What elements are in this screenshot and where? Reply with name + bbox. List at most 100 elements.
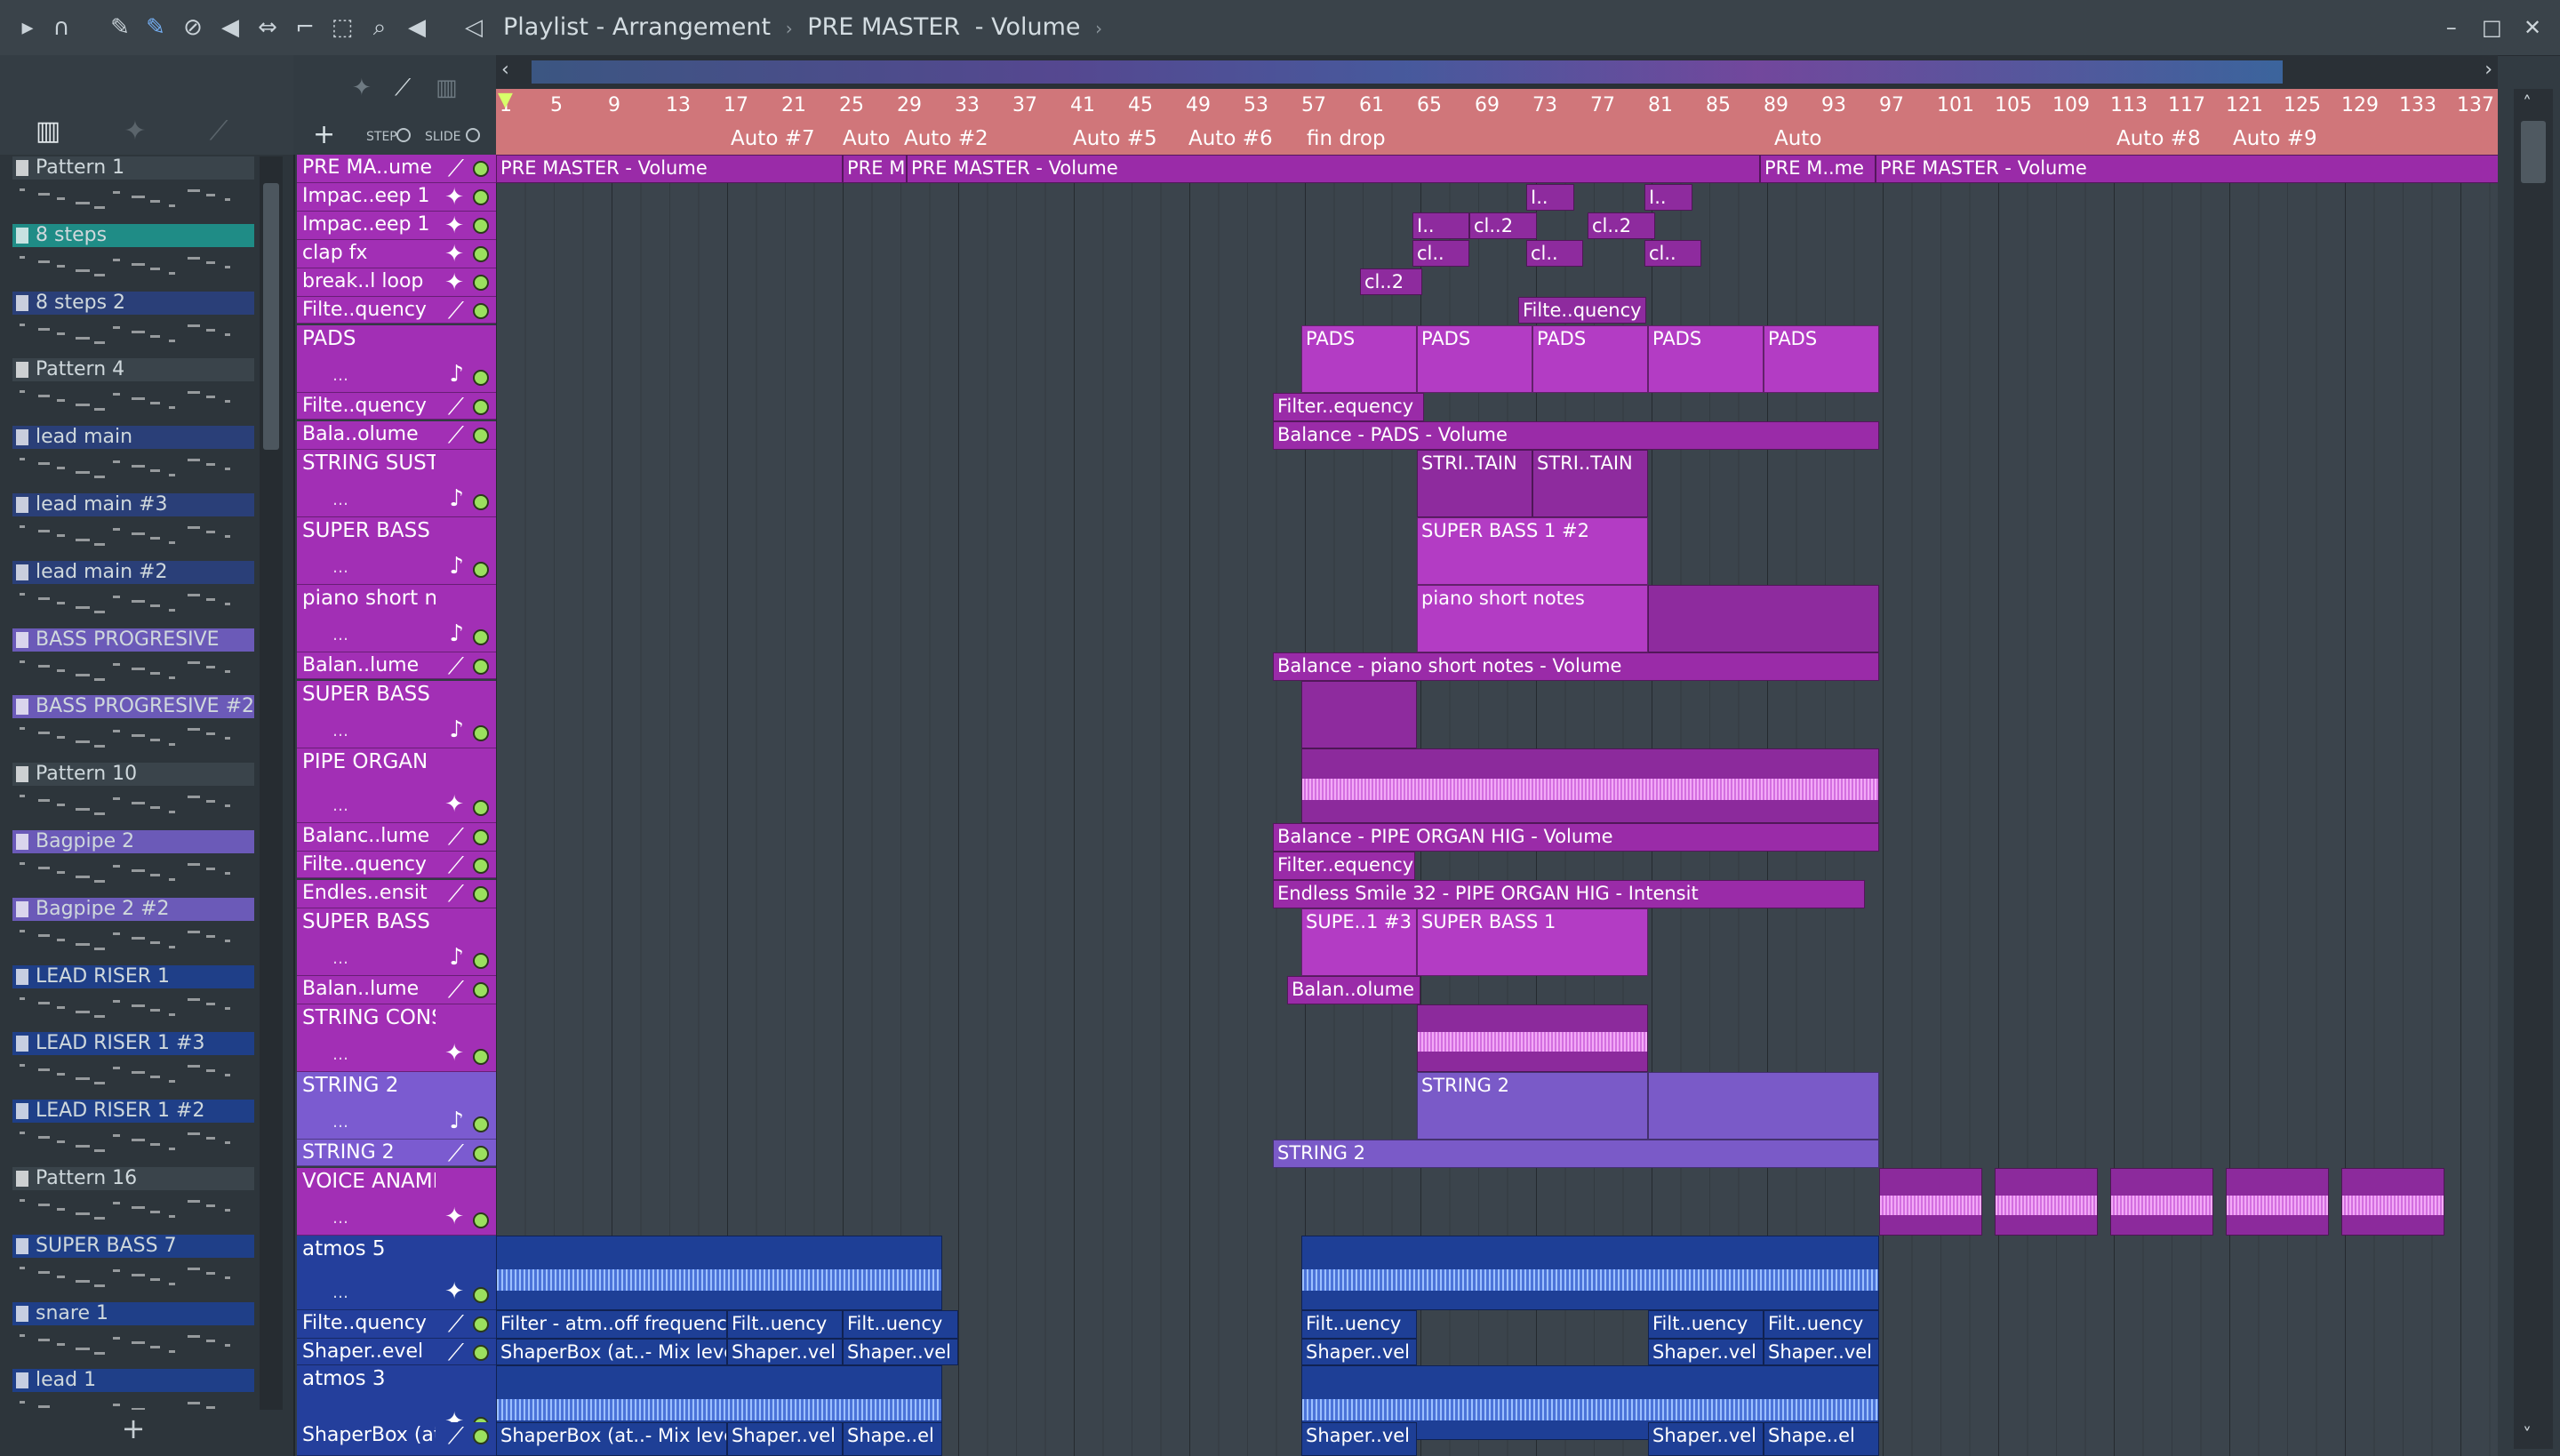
- pattern-clip[interactable]: [1301, 681, 1417, 748]
- track-mute-led[interactable]: [473, 1287, 489, 1303]
- audio-clip[interactable]: [1417, 1004, 1648, 1072]
- automation-clip[interactable]: Filter..equency: [1273, 393, 1424, 421]
- pattern-item[interactable]: Bagpipe 2 #2: [12, 897, 254, 965]
- pattern-clip[interactable]: PADS: [1417, 325, 1532, 393]
- add-track-button[interactable]: +: [313, 119, 335, 150]
- pattern-clip[interactable]: SUPER BASS 1: [1417, 908, 1648, 976]
- pattern-clip[interactable]: Filt..uency: [843, 1310, 958, 1339]
- timeline-marker[interactable]: Auto #6: [1183, 124, 1273, 153]
- audio-clip[interactable]: [1879, 1168, 1982, 1236]
- track-header[interactable]: Bala..olume ⟋: [297, 421, 496, 450]
- crumb-volume[interactable]: - Volume: [975, 13, 1081, 41]
- track-header[interactable]: atmos 5 ✦…: [297, 1236, 496, 1310]
- timeline-ruler[interactable]: 1 5 9 13 17 21 25 29 33 37 41 45 49 53 57 61 65 69 73 77 81 8…: [496, 89, 2498, 155]
- pattern-item[interactable]: BASS PROGRESIVE #2: [12, 695, 254, 763]
- track-header[interactable]: Shaper..evel ⟋: [297, 1339, 496, 1365]
- pattern-clip[interactable]: Filt..uency: [1648, 1310, 1764, 1339]
- track-header[interactable]: PADS ♪…: [297, 325, 496, 393]
- track-mute-led[interactable]: [473, 1116, 489, 1132]
- timeline-marker[interactable]: Auto: [837, 124, 890, 153]
- track-header[interactable]: Balanc..lume ⟋: [297, 823, 496, 852]
- track-mute-led[interactable]: [473, 725, 489, 741]
- pattern-clip[interactable]: PADS: [1532, 325, 1648, 393]
- timeline-marker[interactable]: fin drop: [1301, 124, 1386, 153]
- track-mute-led[interactable]: [473, 858, 489, 874]
- arrangement-grid[interactable]: PRE MASTER - VolumePRE M..mePRE MASTER -…: [496, 155, 2498, 1456]
- track-mute-led[interactable]: [473, 1049, 489, 1065]
- pattern-item[interactable]: BASS PROGRESIVE: [12, 628, 254, 696]
- pattern-clip[interactable]: cl..2: [1360, 268, 1422, 295]
- pattern-clip[interactable]: Shaper..vel: [843, 1339, 958, 1365]
- pattern-clip[interactable]: [1648, 585, 1879, 652]
- track-header[interactable]: clap fx ✦: [297, 240, 496, 268]
- pattern-item[interactable]: Pattern 16: [12, 1167, 254, 1235]
- pattern-item[interactable]: lead main: [12, 426, 254, 493]
- track-more-icon[interactable]: …: [332, 1045, 348, 1064]
- pattern-item[interactable]: lead main #2: [12, 560, 254, 628]
- speaker-icon[interactable]: ◁: [459, 12, 489, 43]
- pattern-item[interactable]: 8 steps: [12, 223, 254, 292]
- timeline-marker[interactable]: Auto #9: [2228, 124, 2317, 153]
- maximize-button[interactable]: □: [2475, 11, 2508, 44]
- pattern-item[interactable]: LEAD RISER 1 #3: [12, 1032, 254, 1100]
- automation-clip[interactable]: Balance - piano short notes - Volume: [1273, 652, 1879, 681]
- track-more-icon[interactable]: …: [332, 796, 348, 815]
- pattern-clip[interactable]: cl..2: [1588, 212, 1655, 239]
- pattern-clip[interactable]: STRING 2: [1273, 1140, 1879, 1168]
- audio-clip[interactable]: [1301, 1236, 1879, 1310]
- pattern-clip[interactable]: STRI..TAIN: [1532, 450, 1648, 517]
- timeline-marker[interactable]: Auto #5: [1068, 124, 1157, 153]
- scroll-up-icon[interactable]: ˄: [2523, 92, 2532, 114]
- pattern-clip[interactable]: Filter - atm..off frequency: [496, 1310, 727, 1339]
- playhead-marker[interactable]: ▼: [498, 89, 513, 116]
- playlist-overview[interactable]: ‹ ›: [496, 55, 2498, 89]
- track-mute-led[interactable]: [473, 953, 489, 969]
- automation-clip[interactable]: PRE M..me: [843, 155, 907, 183]
- track-mute-led[interactable]: [473, 1345, 489, 1361]
- track-header[interactable]: Filte..quency ⟋: [297, 1310, 496, 1339]
- track-header[interactable]: Endles..ensit ⟋: [297, 880, 496, 908]
- audio-clip[interactable]: [2110, 1168, 2213, 1236]
- vertical-scrollbar[interactable]: ˄ ˅: [2514, 89, 2553, 1449]
- automation-clip[interactable]: PRE MASTER - Volume: [907, 155, 1760, 183]
- pattern-item[interactable]: 8 steps 2: [12, 291, 254, 359]
- track-mute-led[interactable]: [473, 399, 489, 415]
- scroll-down-icon[interactable]: ˅: [2523, 1424, 2532, 1445]
- pattern-clip[interactable]: Filt..uency: [1764, 1310, 1879, 1339]
- mute-icon[interactable]: ◀: [215, 12, 245, 43]
- scroll-left-icon[interactable]: ‹: [501, 59, 509, 81]
- track-mute-led[interactable]: [473, 275, 489, 291]
- playback-icon[interactable]: ◀: [402, 12, 432, 43]
- automation-clip[interactable]: Balan..olume: [1287, 976, 1420, 1004]
- pattern-item[interactable]: Pattern 1: [12, 156, 254, 224]
- track-mute-led[interactable]: [473, 829, 489, 845]
- track-more-icon[interactable]: …: [332, 491, 348, 509]
- pattern-item[interactable]: snare 1: [12, 1301, 254, 1370]
- pattern-clip[interactable]: I..: [1526, 184, 1574, 211]
- grid-icon[interactable]: ▥: [436, 75, 458, 101]
- pattern-item[interactable]: LEAD RISER 1 #2: [12, 1100, 254, 1167]
- pattern-clip[interactable]: Filt..uency: [1301, 1310, 1417, 1339]
- track-header[interactable]: Impac..eep 1 ✦: [297, 183, 496, 212]
- pencil-icon[interactable]: ✎: [105, 12, 135, 43]
- pattern-clip[interactable]: Shaper..vel: [727, 1422, 843, 1456]
- automation-clip[interactable]: PRE MASTER - Volume: [1876, 155, 2498, 183]
- pattern-clip[interactable]: Shaper..vel: [1764, 1339, 1879, 1365]
- edit-icon[interactable]: ⟋: [395, 75, 411, 102]
- track-header[interactable]: Filte..quency ⟋: [297, 393, 496, 420]
- timeline-marker[interactable]: Auto #8: [2111, 124, 2201, 153]
- pattern-clip[interactable]: STRING 2: [1417, 1072, 1648, 1140]
- vertical-scroll-thumb[interactable]: [2521, 121, 2546, 183]
- track-mute-led[interactable]: [473, 246, 489, 262]
- pattern-item[interactable]: SUPER BASS 7: [12, 1234, 254, 1302]
- pattern-clip[interactable]: [1648, 1072, 1879, 1140]
- track-more-icon[interactable]: …: [332, 1209, 348, 1228]
- track-header[interactable]: STRING SUSTAIN♪…: [297, 450, 496, 517]
- magnet-icon[interactable]: ∩: [46, 12, 76, 43]
- scroll-right-icon[interactable]: ›: [2484, 59, 2492, 81]
- pattern-clip[interactable]: cl..: [1412, 240, 1469, 267]
- pattern-clip[interactable]: I..: [1412, 212, 1469, 239]
- track-header[interactable]: STRING 2 ⟋: [297, 1140, 496, 1166]
- track-mute-led[interactable]: [473, 370, 489, 386]
- pattern-clip[interactable]: PADS: [1648, 325, 1764, 393]
